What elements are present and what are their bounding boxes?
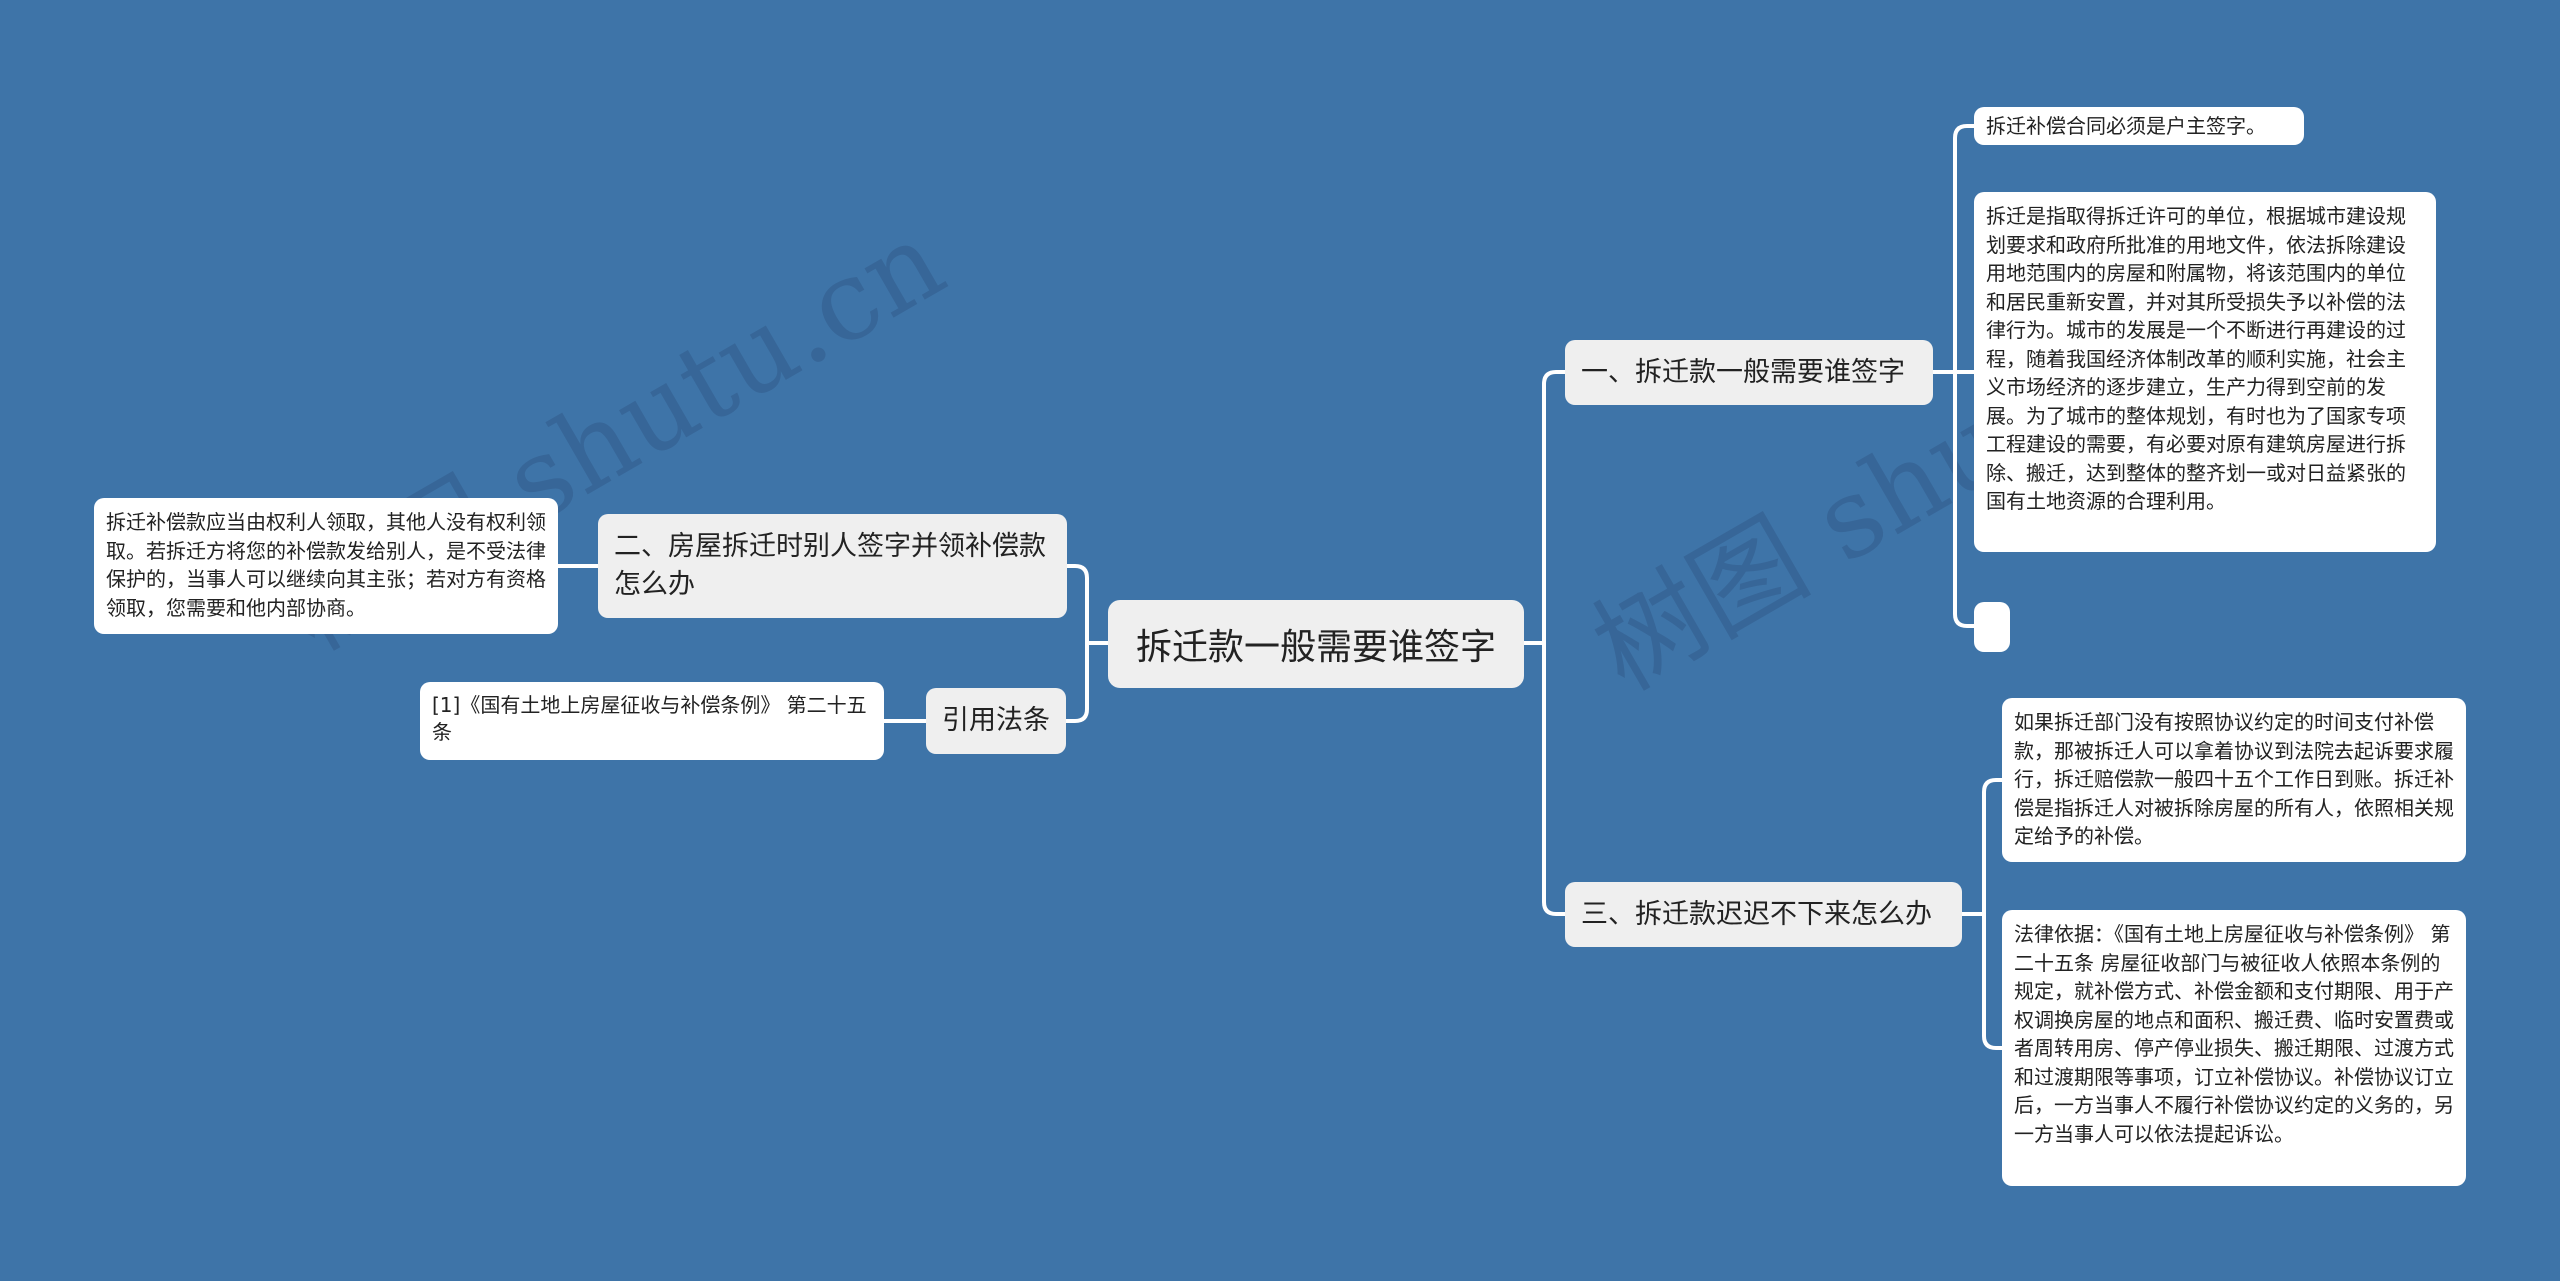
connector-right-trunk	[1542, 370, 1567, 916]
leaf-b2-1[interactable]: 拆迁补偿款应当由权利人领取，其他人没有权利领取。若拆迁方将您的补偿款发给别人，是…	[94, 498, 558, 634]
leaf-b3-1[interactable]: 如果拆迁部门没有按照协议约定的时间支付补偿款，那被拆迁人可以拿着协议到法院去起诉…	[2002, 698, 2466, 862]
leaf-b4-1-text: [1]《国有土地上房屋征收与补偿条例》 第二十五条	[432, 693, 867, 744]
leaf-b3-1-text: 如果拆迁部门没有按照协议约定的时间支付补偿款，那被拆迁人可以拿着协议到法院去起诉…	[2014, 710, 2454, 848]
leaf-b2-1-text: 拆迁补偿款应当由权利人领取，其他人没有权利领取。若拆迁方将您的补偿款发给别人，是…	[106, 510, 546, 620]
connector-b1-trunk	[1953, 124, 1976, 628]
connector-b3-trunk	[1982, 778, 2004, 1050]
leaf-b3-2[interactable]: 法律依据：《国有土地上房屋征收与补偿条例》 第二十五条 房屋征收部门与被征收人依…	[2002, 910, 2466, 1186]
leaf-b1-2[interactable]: 拆迁是指取得拆迁许可的单位，根据城市建设规划要求和政府所批准的用地文件，依法拆除…	[1974, 192, 2436, 552]
leaf-b1-1-text: 拆迁补偿合同必须是户主签字。	[1986, 114, 2266, 138]
branch-topic-1[interactable]: 一、拆迁款一般需要谁签字	[1565, 340, 1933, 405]
mindmap-canvas: 树图 shutu.cn 树图 shutu.cn 拆迁款一般需要谁签字 一、拆迁款…	[0, 0, 2560, 1281]
leaf-b3-2-text: 法律依据：《国有土地上房屋征收与补偿条例》 第二十五条 房屋征收部门与被征收人依…	[2014, 922, 2454, 1146]
branch-topic-2-label: 二、房屋拆迁时别人签字并领补偿款怎么办	[614, 531, 1046, 600]
leaf-b1-3-empty[interactable]	[1974, 602, 2010, 652]
branch-topic-citation[interactable]: 引用法条	[926, 688, 1066, 754]
branch-topic-citation-label: 引用法条	[942, 705, 1050, 736]
branch-topic-3[interactable]: 三、拆迁款迟迟不下来怎么办	[1565, 882, 1962, 947]
branch-topic-1-label: 一、拆迁款一般需要谁签字	[1581, 356, 1905, 388]
leaf-b1-2-text: 拆迁是指取得拆迁许可的单位，根据城市建设规划要求和政府所批准的用地文件，依法拆除…	[1986, 204, 2406, 513]
connector-left-trunk	[1064, 564, 1089, 723]
leaf-b1-1[interactable]: 拆迁补偿合同必须是户主签字。	[1974, 107, 2304, 145]
branch-topic-3-label: 三、拆迁款迟迟不下来怎么办	[1581, 898, 1932, 930]
branch-topic-2[interactable]: 二、房屋拆迁时别人签字并领补偿款怎么办	[598, 514, 1067, 618]
root-topic[interactable]: 拆迁款一般需要谁签字	[1108, 600, 1524, 688]
leaf-b4-1[interactable]: [1]《国有土地上房屋征收与补偿条例》 第二十五条	[420, 682, 884, 760]
root-topic-label: 拆迁款一般需要谁签字	[1135, 627, 1496, 668]
